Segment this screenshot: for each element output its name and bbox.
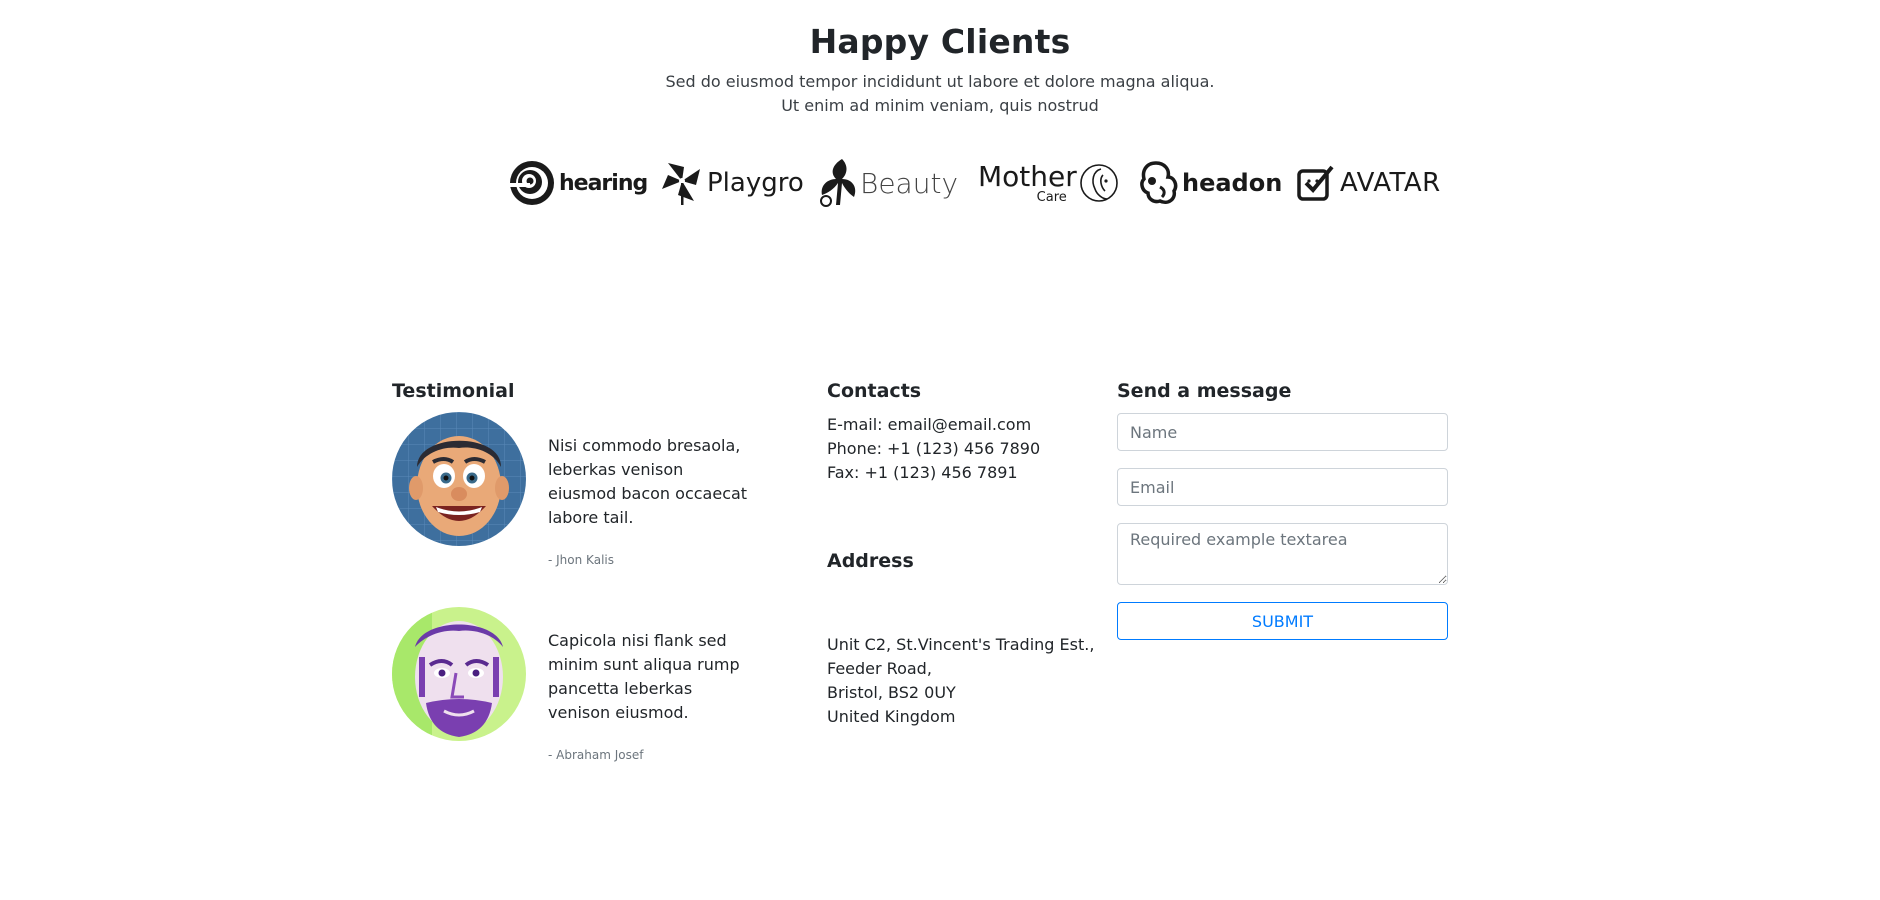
contacts-heading: Contacts bbox=[827, 380, 922, 402]
email-input[interactable] bbox=[1117, 468, 1448, 506]
name-input[interactable] bbox=[1117, 413, 1448, 451]
logo-hearing: hearing bbox=[508, 155, 648, 211]
testimonial-avatar-1 bbox=[392, 412, 526, 546]
clients-title: Happy Clients bbox=[809, 22, 1071, 61]
address-line-1: Unit C2, St.Vincent's Trading Est., bbox=[827, 635, 1095, 654]
logo-avatar: AVATAR bbox=[1296, 155, 1441, 211]
logo-beauty: Beauty bbox=[818, 155, 958, 211]
logo-avatar-text: AVATAR bbox=[1340, 168, 1441, 198]
clients-subtitle: Sed do eiusmod tempor incididunt ut labo… bbox=[0, 70, 1880, 118]
logo-playgro-text: Playgro bbox=[707, 168, 804, 198]
checkbox-icon bbox=[1297, 165, 1334, 201]
logo-playgro: Playgro bbox=[660, 155, 804, 211]
client-logos: hearing Playgro Beauty Mother Care heado… bbox=[0, 155, 1880, 211]
clients-subtitle-line1: Sed do eiusmod tempor incididunt ut labo… bbox=[665, 72, 1215, 91]
head-profile-icon bbox=[1140, 161, 1178, 204]
clients-subtitle-line2: Ut enim ad minim veniam, quis nostrud bbox=[781, 96, 1099, 115]
logo-hearing-text: hearing bbox=[559, 170, 648, 196]
butterfly-woman-icon bbox=[820, 159, 856, 207]
logo-headon-text: headon bbox=[1182, 169, 1283, 197]
bearded-man-avatar bbox=[392, 607, 526, 741]
cartoon-man-avatar bbox=[392, 412, 526, 546]
address-line-2: Feeder Road, bbox=[827, 659, 932, 678]
pinwheel-icon bbox=[662, 163, 700, 205]
address-info: Unit C2, St.Vincent's Trading Est., Feed… bbox=[827, 633, 1094, 729]
address-line-3: Bristol, BS2 0UY bbox=[827, 683, 956, 702]
testimonial-author-1: - Jhon Kalis bbox=[548, 553, 614, 567]
submit-button[interactable]: Submit bbox=[1117, 602, 1448, 640]
mother-face-icon bbox=[1079, 164, 1118, 202]
address-line-4: United Kingdom bbox=[827, 707, 956, 726]
logo-headon: headon bbox=[1138, 155, 1282, 211]
contact-fax: Fax: +1 (123) 456 7891 bbox=[827, 463, 1018, 482]
testimonial-author-2: - Abraham Josef bbox=[548, 748, 644, 762]
logo-beauty-text: Beauty bbox=[860, 166, 959, 200]
spiral-icon bbox=[510, 161, 554, 205]
contacts-info: E-mail: email@email.com Phone: +1 (123) … bbox=[827, 413, 1040, 485]
logo-mothercare-sub: Care bbox=[1036, 189, 1067, 205]
contact-phone: Phone: +1 (123) 456 7890 bbox=[827, 439, 1041, 458]
contact-email: E-mail: email@email.com bbox=[827, 415, 1032, 434]
message-heading: Send a message bbox=[1117, 380, 1292, 402]
testimonial-avatar-2 bbox=[392, 607, 526, 741]
testimonial-quote-2: Capicola nisi flank sed minim sunt aliqu… bbox=[548, 631, 740, 722]
testimonial-quote-1: Nisi commodo bresaola, leberkas venison … bbox=[548, 436, 748, 527]
address-heading: Address bbox=[827, 550, 914, 572]
logo-mothercare: Mother Care bbox=[978, 155, 1119, 211]
message-textarea[interactable] bbox=[1117, 523, 1448, 585]
logo-mothercare-text: Mother bbox=[978, 159, 1077, 193]
testimonial-heading: Testimonial bbox=[392, 380, 515, 402]
